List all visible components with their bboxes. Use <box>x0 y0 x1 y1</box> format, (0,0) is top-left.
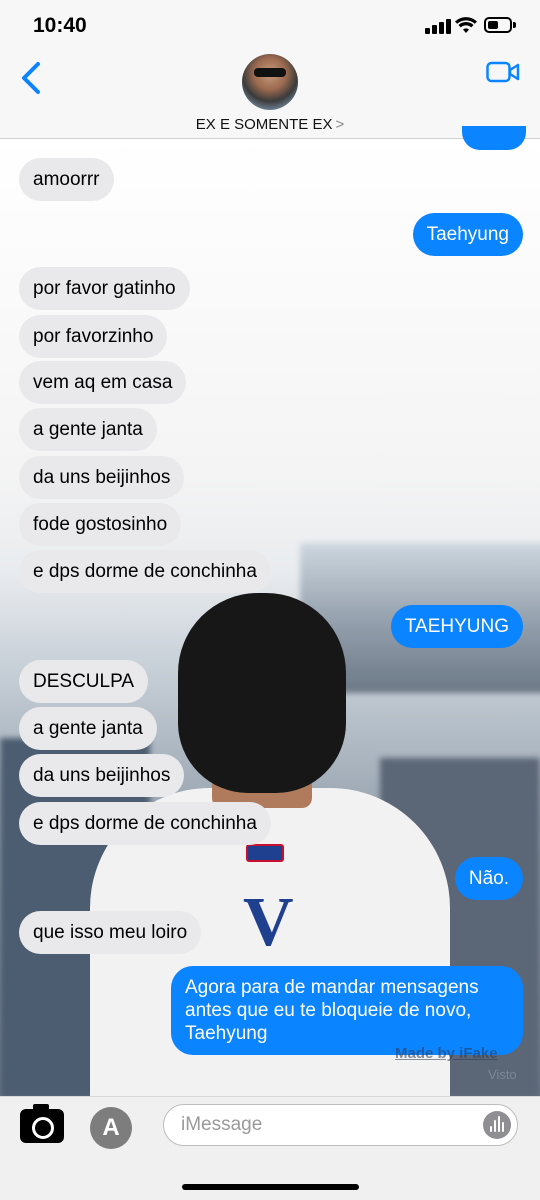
message-bubble-incoming[interactable]: que isso meu loiro <box>19 911 202 954</box>
avatar-glasses <box>254 68 286 77</box>
back-chevron-icon[interactable] <box>18 60 48 96</box>
message-bubble-incoming[interactable]: fode gostosinho <box>19 503 182 546</box>
background-head <box>178 593 346 793</box>
app-store-icon[interactable]: A <box>90 1107 132 1149</box>
background-shirt-logo <box>246 844 284 862</box>
watermark: Made by iFake <box>395 1045 498 1062</box>
message-bubble-incoming[interactable]: vem aq em casa <box>19 361 187 404</box>
contact-name: EX E SOMENTE EX <box>195 116 333 133</box>
imessage-screen: V 10:40 EX E SOMENTE EX > amoorrr Taehyu… <box>0 0 540 1200</box>
status-bar: 10:40 <box>0 0 540 54</box>
read-receipt: Visto <box>488 1067 517 1082</box>
composer-bar: A iMessage <box>0 1096 540 1200</box>
chevron-right-icon: > <box>335 116 345 133</box>
message-bubble-incoming[interactable]: por favorzinho <box>19 315 168 358</box>
status-time: 10:40 <box>33 14 87 37</box>
message-bubble-incoming[interactable]: e dps dorme de conchinha <box>19 802 271 845</box>
partial-outgoing-bubble <box>462 126 526 150</box>
message-bubble-incoming[interactable]: da uns beijinhos <box>19 754 185 797</box>
home-indicator[interactable] <box>182 1184 359 1190</box>
conversation-header: EX E SOMENTE EX > <box>0 54 540 139</box>
background-shirt-letter: V <box>243 884 294 961</box>
message-bubble-incoming[interactable]: DESCULPA <box>19 660 149 703</box>
audio-waveform-icon[interactable] <box>483 1111 511 1139</box>
message-bubble-outgoing[interactable]: TAEHYUNG <box>390 605 523 648</box>
message-bubble-incoming[interactable]: e dps dorme de conchinha <box>19 550 271 593</box>
message-bubble-incoming[interactable]: amoorrr <box>19 158 114 201</box>
message-line: Agora para de mandar mensagens <box>185 977 479 998</box>
battery-icon <box>484 17 516 33</box>
video-camera-icon[interactable] <box>486 60 520 84</box>
message-line: Taehyung <box>185 1023 268 1044</box>
camera-icon[interactable] <box>20 1104 64 1143</box>
message-input[interactable]: iMessage <box>163 1104 518 1146</box>
message-bubble-outgoing[interactable]: Taehyung <box>412 213 523 256</box>
wifi-icon <box>455 17 477 33</box>
cellular-signal-icon <box>425 18 451 34</box>
message-bubble-incoming[interactable]: a gente janta <box>19 707 157 750</box>
message-bubble-incoming[interactable]: da uns beijinhos <box>19 456 185 499</box>
message-bubble-incoming[interactable]: por favor gatinho <box>19 267 190 310</box>
message-bubble-outgoing-multiline[interactable]: Agora para de mandar mensagens antes que… <box>171 966 523 1055</box>
message-input-placeholder: iMessage <box>181 1114 263 1135</box>
message-bubble-outgoing[interactable]: Não. <box>454 857 523 900</box>
message-bubble-incoming[interactable]: a gente janta <box>19 408 157 451</box>
message-line: antes que eu te bloqueie de novo, <box>185 1000 472 1021</box>
contact-name-button[interactable]: EX E SOMENTE EX > <box>0 116 540 133</box>
contact-avatar[interactable] <box>242 54 298 110</box>
